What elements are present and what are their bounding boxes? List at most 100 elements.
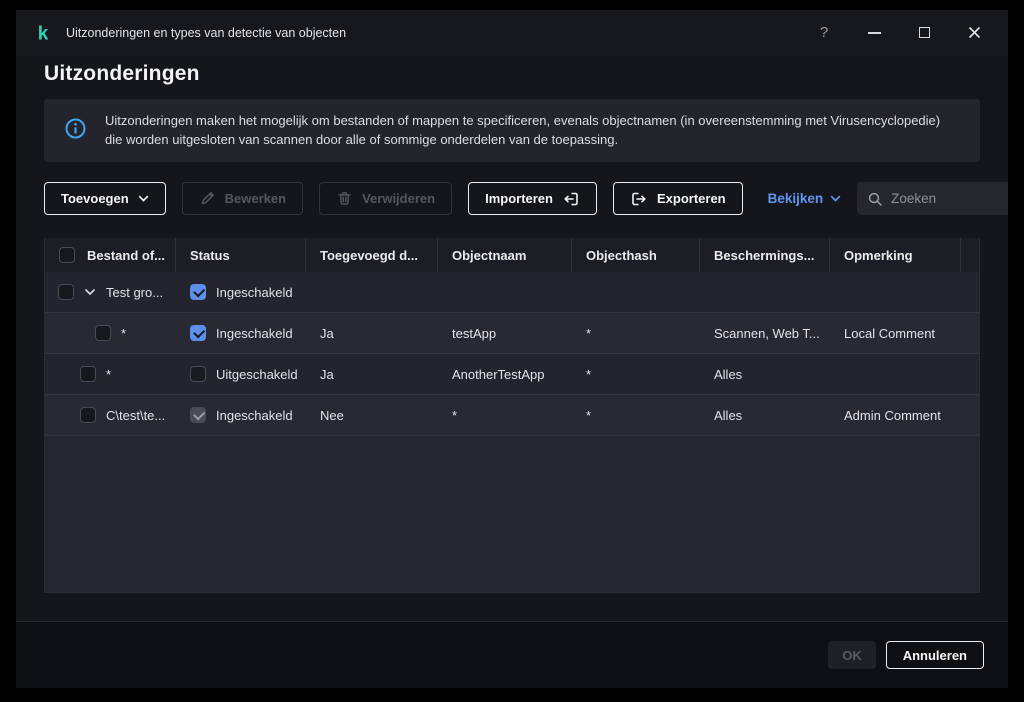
chevron-down-icon — [138, 195, 149, 202]
cell-added-by — [306, 272, 438, 312]
info-icon — [64, 117, 87, 145]
cell-added-by: Ja — [306, 354, 438, 394]
status-checkbox[interactable] — [190, 284, 206, 300]
cancel-button[interactable]: Annuleren — [886, 641, 984, 669]
column-header-label: Bestand of... — [87, 248, 165, 263]
column-header-comment[interactable]: Opmerking — [830, 238, 961, 272]
status-label: Ingeschakeld — [216, 326, 293, 341]
window-title: Uitzonderingen en types van detectie van… — [66, 26, 346, 40]
row-select-checkbox[interactable] — [80, 407, 96, 423]
row-name: * — [121, 326, 126, 341]
column-header-object-hash[interactable]: Objecthash — [572, 238, 700, 272]
search-icon — [867, 191, 883, 207]
column-header-file[interactable]: Bestand of... — [45, 238, 176, 272]
row-select-checkbox[interactable] — [80, 366, 96, 382]
export-button[interactable]: Exporteren — [613, 182, 743, 215]
delete-button-label: Verwijderen — [362, 191, 435, 206]
edit-button[interactable]: Bewerken — [182, 182, 303, 215]
delete-button[interactable]: Verwijderen — [319, 182, 452, 215]
view-dropdown[interactable]: Bekijken — [768, 191, 842, 206]
cell-comment: Local Comment — [830, 313, 961, 353]
maximize-icon[interactable] — [916, 25, 932, 41]
cell-object-hash: * — [572, 354, 700, 394]
close-icon[interactable] — [966, 25, 982, 41]
cell-object-hash — [572, 272, 700, 312]
table-row[interactable]: Test gro... Ingeschakeld — [45, 272, 979, 313]
cell-protection: Alles — [700, 354, 830, 394]
export-button-label: Exporteren — [657, 191, 726, 206]
export-icon — [630, 190, 648, 208]
row-name: * — [106, 367, 111, 382]
table-row[interactable]: C\test\te... Ingeschakeld Nee * * Alles … — [45, 395, 979, 436]
minimize-icon[interactable] — [866, 25, 882, 41]
add-button-label: Toevoegen — [61, 191, 129, 206]
select-all-checkbox[interactable] — [59, 247, 75, 263]
column-header-status[interactable]: Status — [176, 238, 306, 272]
cell-object-hash: * — [572, 395, 700, 435]
pencil-icon — [199, 190, 216, 207]
search-box[interactable] — [857, 182, 1008, 215]
info-text: Uitzonderingen maken het mogelijk om bes… — [105, 112, 960, 149]
cell-name: * — [45, 313, 176, 353]
cell-comment — [830, 272, 961, 312]
import-button-label: Importeren — [485, 191, 553, 206]
cell-protection — [700, 272, 830, 312]
cell-comment: Admin Comment — [830, 395, 961, 435]
search-input[interactable] — [891, 191, 1007, 206]
cell-status: Ingeschakeld — [176, 272, 306, 312]
status-label: Uitgeschakeld — [216, 367, 298, 382]
cell-protection: Alles — [700, 395, 830, 435]
import-button[interactable]: Importeren — [468, 182, 597, 215]
table-row[interactable]: * Uitgeschakeld Ja AnotherTestApp * Alle… — [45, 354, 979, 395]
cell-status: Ingeschakeld — [176, 395, 306, 435]
table-row[interactable]: * Ingeschakeld Ja testApp * Scannen, Web… — [45, 313, 979, 354]
svg-text:k: k — [38, 23, 49, 44]
window-controls: ? — [816, 25, 982, 41]
expander-chevron-icon[interactable] — [84, 288, 96, 296]
help-icon[interactable]: ? — [816, 25, 832, 41]
column-header-gutter — [961, 238, 979, 272]
cell-object-name — [438, 272, 572, 312]
cell-object-hash: * — [572, 313, 700, 353]
import-icon — [562, 190, 580, 208]
toolbar: Toevoegen Bewerken Verwijderen Importere… — [44, 182, 980, 215]
info-banner: Uitzonderingen maken het mogelijk om bes… — [44, 99, 980, 162]
ok-button[interactable]: OK — [828, 641, 876, 669]
cell-name: * — [45, 354, 176, 394]
cell-gutter — [961, 354, 979, 394]
row-name: Test gro... — [106, 285, 163, 300]
page-title: Uitzonderingen — [44, 62, 1008, 86]
cell-comment — [830, 354, 961, 394]
dialog-footer: OK Annuleren — [16, 621, 1008, 688]
cell-status: Ingeschakeld — [176, 313, 306, 353]
cell-gutter — [961, 272, 979, 312]
trash-icon — [336, 190, 353, 207]
cell-gutter — [961, 313, 979, 353]
window-titlebar: k Uitzonderingen en types van detectie v… — [16, 10, 1008, 55]
table-body: Test gro... Ingeschakeld * Ingeschakeld … — [45, 272, 979, 436]
chevron-down-icon — [830, 195, 841, 202]
table-empty-area — [45, 436, 979, 592]
status-checkbox[interactable] — [190, 325, 206, 341]
exclusions-dialog: k Uitzonderingen en types van detectie v… — [16, 10, 1008, 688]
status-checkbox[interactable] — [190, 366, 206, 382]
add-button[interactable]: Toevoegen — [44, 182, 166, 215]
row-select-checkbox[interactable] — [95, 325, 111, 341]
cell-name: Test gro... — [45, 272, 176, 312]
view-dropdown-label: Bekijken — [768, 191, 824, 206]
exclusions-table: Bestand of... Status Toegevoegd d... Obj… — [44, 238, 980, 593]
cell-name: C\test\te... — [45, 395, 176, 435]
row-name: C\test\te... — [106, 408, 165, 423]
cell-added-by: Ja — [306, 313, 438, 353]
column-header-added-by[interactable]: Toegevoegd d... — [306, 238, 438, 272]
status-checkbox[interactable] — [190, 407, 206, 423]
cell-status: Uitgeschakeld — [176, 354, 306, 394]
cell-object-name: * — [438, 395, 572, 435]
column-header-protection[interactable]: Beschermings... — [700, 238, 830, 272]
cell-protection: Scannen, Web T... — [700, 313, 830, 353]
cell-gutter — [961, 395, 979, 435]
kaspersky-logo-icon: k — [32, 22, 54, 44]
status-label: Ingeschakeld — [216, 408, 293, 423]
column-header-object-name[interactable]: Objectnaam — [438, 238, 572, 272]
row-select-checkbox[interactable] — [58, 284, 74, 300]
